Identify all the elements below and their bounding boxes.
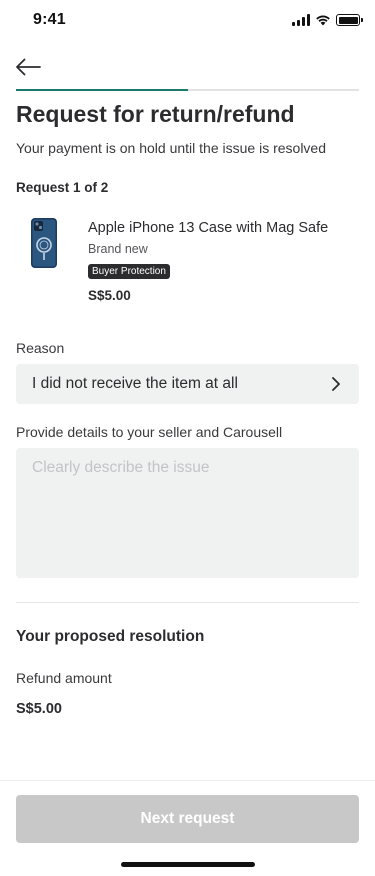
- item-condition: Brand new: [88, 242, 148, 256]
- details-label: Provide details to your seller and Carou…: [16, 424, 283, 440]
- status-time: 9:41: [33, 11, 66, 28]
- item-name: Apple iPhone 13 Case with Mag Safe: [88, 220, 329, 236]
- step-progress-fill: [16, 89, 188, 91]
- refund-amount-value: S$5.00: [16, 701, 62, 717]
- wifi-icon: [316, 15, 330, 26]
- section-divider: [16, 602, 359, 603]
- signal-icon: [292, 14, 310, 26]
- item-price: S$5.00: [88, 288, 131, 303]
- step-progress-bar: [16, 89, 359, 91]
- footer-bar: Next request: [0, 780, 375, 876]
- page-subtitle: Your payment is on hold until the issue …: [16, 140, 326, 156]
- next-request-button[interactable]: Next request: [16, 795, 359, 843]
- back-button[interactable]: [13, 54, 43, 80]
- arrow-left-icon: [16, 58, 41, 76]
- item-summary: Apple iPhone 13 Case with Mag Safe Brand…: [16, 214, 359, 306]
- status-bar: 9:41: [0, 0, 375, 44]
- request-counter: Request 1 of 2: [16, 180, 109, 195]
- buyer-protection-badge: Buyer Protection: [88, 264, 170, 279]
- reason-select[interactable]: I did not receive the item at all: [16, 364, 359, 404]
- phone-case-image: [31, 218, 57, 268]
- chevron-right-icon: [332, 377, 340, 391]
- battery-icon: [336, 14, 363, 26]
- page-title: Request for return/refund: [16, 101, 295, 127]
- home-indicator: [121, 862, 255, 867]
- refund-amount-label: Refund amount: [16, 670, 112, 686]
- reason-label: Reason: [16, 340, 65, 356]
- resolution-title: Your proposed resolution: [16, 628, 205, 645]
- reason-value: I did not receive the item at all: [32, 375, 238, 392]
- details-textarea[interactable]: [16, 448, 359, 578]
- status-icons: [292, 14, 363, 26]
